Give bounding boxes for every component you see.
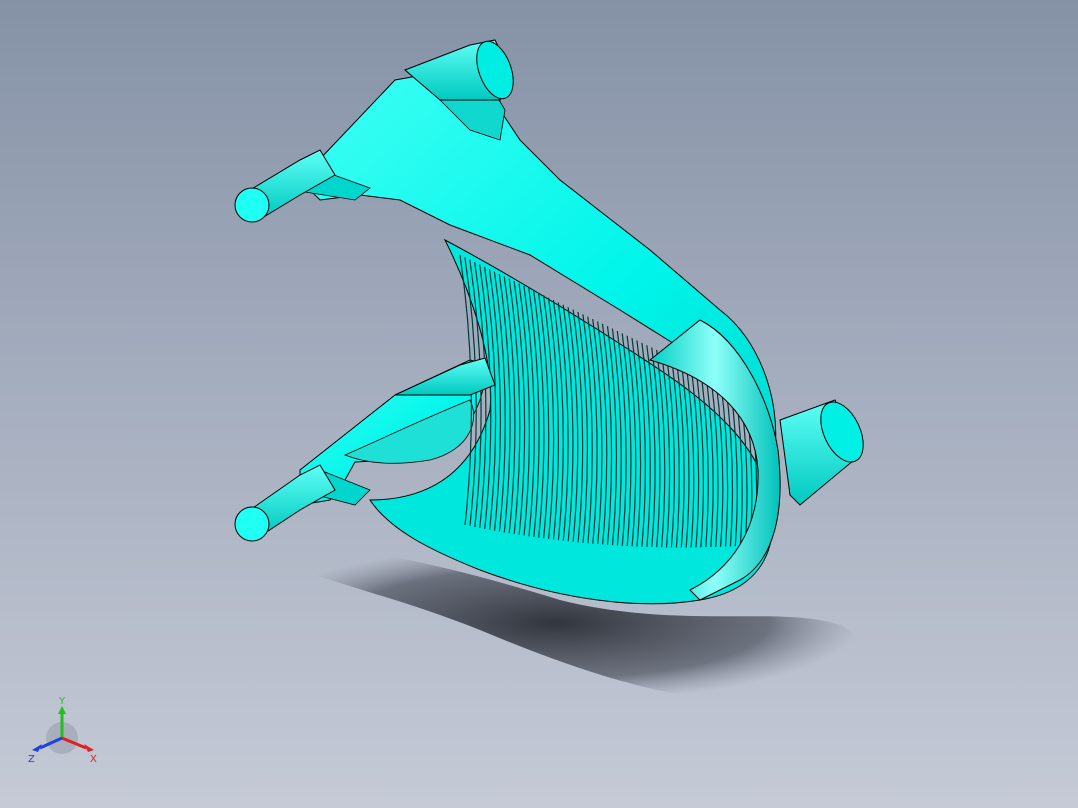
right-boss [779,399,864,506]
y-axis-label: Y [58,696,66,707]
z-axis-label: Z [28,754,35,765]
lower-top-pin [394,357,496,396]
lower-left-pin [234,464,336,542]
reference-triad[interactable]: Y X Z [24,690,104,770]
graphics-viewport[interactable]: Y X Z [0,0,1078,808]
x-axis-label: X [90,754,97,765]
3d-model-view[interactable] [0,0,1078,808]
y-axis-arrow [58,706,66,714]
